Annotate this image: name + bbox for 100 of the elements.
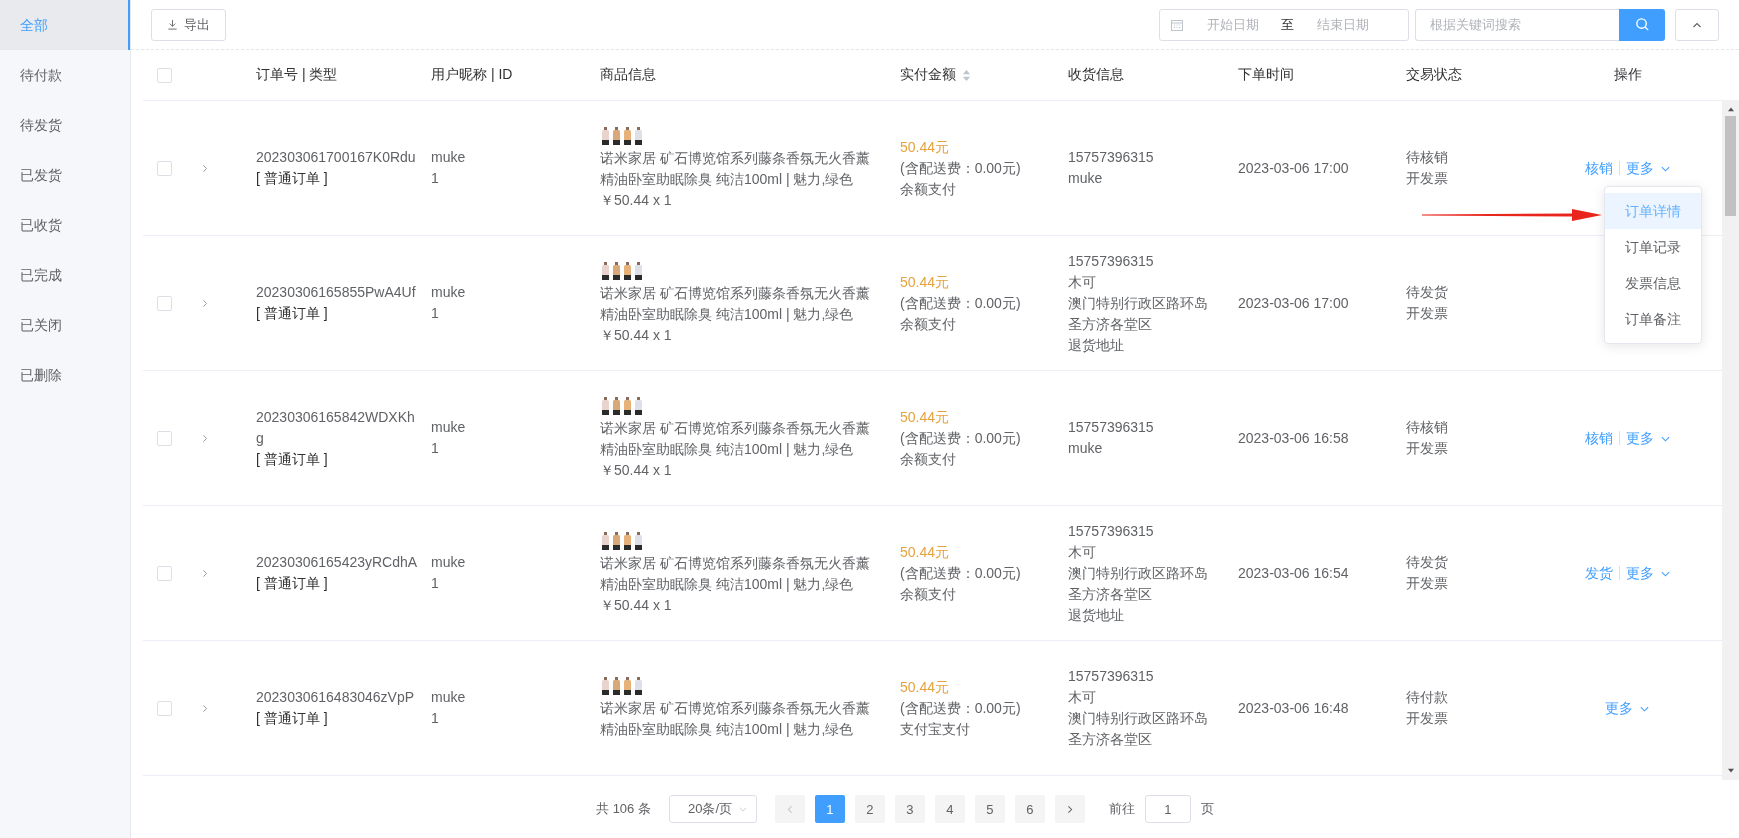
download-icon bbox=[167, 19, 178, 30]
select-all-checkbox[interactable] bbox=[157, 67, 172, 83]
chevron-right-icon bbox=[1065, 803, 1074, 815]
order-status: 开发票 bbox=[1406, 304, 1449, 323]
user-nickname: muke bbox=[431, 418, 467, 437]
expand-chevron-icon[interactable] bbox=[201, 297, 209, 309]
sidebar-item[interactable]: 已删除 bbox=[0, 350, 130, 400]
user-id: 1 bbox=[431, 574, 440, 593]
chevron-left-icon bbox=[785, 803, 794, 815]
sidebar-item[interactable]: 已关闭 bbox=[0, 300, 130, 350]
order-number: 20230306165423yRCdhA bbox=[256, 553, 419, 572]
expand-chevron-icon[interactable] bbox=[201, 162, 209, 174]
order-status: 开发票 bbox=[1406, 574, 1449, 593]
goto-label: 前往 bbox=[1108, 800, 1135, 818]
sidebar-item[interactable]: 待付款 bbox=[0, 50, 130, 100]
expand-chevron-icon[interactable] bbox=[201, 702, 209, 714]
paid-amount: 50.44元 bbox=[900, 272, 951, 292]
paid-amount: 50.44元 bbox=[900, 677, 951, 697]
product-thumbnail-drawing bbox=[600, 395, 644, 416]
expand-chevron-icon[interactable] bbox=[201, 567, 209, 579]
product-thumbnail-drawing bbox=[600, 530, 644, 551]
dropdown-menu-item[interactable]: 订单记录 bbox=[1605, 229, 1701, 265]
shipping-info-line: 澳门特别行政区路环岛 bbox=[1068, 293, 1209, 313]
page-button[interactable]: 2 bbox=[854, 795, 885, 823]
goto-page-field[interactable]: 1 bbox=[1144, 795, 1191, 823]
page-button[interactable]: 5 bbox=[974, 795, 1005, 823]
scroll-down-icon[interactable] bbox=[1726, 768, 1735, 774]
user-id: 1 bbox=[431, 709, 440, 728]
sidebar-item[interactable]: 已收货 bbox=[0, 200, 130, 250]
order-time: 2023-03-06 16:58 bbox=[1238, 428, 1350, 448]
scrollbar-thumb[interactable] bbox=[1725, 116, 1736, 216]
search-field[interactable]: 根据关键词搜索 bbox=[1415, 8, 1619, 41]
order-type: [ 普通订单 ] bbox=[256, 709, 329, 728]
row-checkbox[interactable] bbox=[157, 295, 172, 311]
order-status: 待核销 bbox=[1406, 418, 1449, 437]
dropdown-menu-item[interactable]: 发票信息 bbox=[1605, 265, 1701, 301]
page-size-select[interactable]: 20条/页 bbox=[668, 795, 757, 823]
paid-amount: 50.44元 bbox=[900, 407, 951, 427]
sidebar-item[interactable]: 待发货 bbox=[0, 100, 130, 150]
date-separator: 至 bbox=[1281, 15, 1294, 34]
order-time: 2023-03-06 17:00 bbox=[1238, 293, 1350, 313]
order-status: 待付款 bbox=[1406, 688, 1449, 707]
delivery-fee: (含配送费：0.00元) bbox=[900, 698, 1022, 718]
search-button[interactable] bbox=[1619, 8, 1665, 41]
sidebar-item[interactable]: 已完成 bbox=[0, 250, 130, 300]
payment-method: 余额支付 bbox=[900, 179, 957, 199]
row-checkbox[interactable] bbox=[157, 565, 172, 581]
sidebar-item[interactable]: 已发货 bbox=[0, 150, 130, 200]
product-thumbnail-drawing bbox=[600, 125, 644, 146]
shipping-info-line: 退货地址 bbox=[1068, 335, 1125, 355]
dropdown-menu-item[interactable]: 订单备注 bbox=[1605, 301, 1701, 337]
shipping-info-line: 木可 bbox=[1068, 688, 1097, 707]
page-button[interactable]: 6 bbox=[1014, 795, 1045, 823]
row-checkbox[interactable] bbox=[157, 430, 172, 446]
page-button[interactable]: 4 bbox=[934, 795, 965, 823]
scrollbar[interactable] bbox=[1722, 100, 1739, 780]
expand-chevron-icon[interactable] bbox=[201, 432, 209, 444]
shipping-info-line: 木可 bbox=[1068, 272, 1097, 292]
goto-suffix: 页 bbox=[1200, 800, 1214, 818]
collapse-button[interactable] bbox=[1675, 8, 1719, 41]
product-price: ￥50.44 x 1 bbox=[600, 460, 673, 480]
scroll-up-icon[interactable] bbox=[1726, 106, 1735, 112]
product-price: ￥50.44 x 1 bbox=[600, 190, 673, 210]
column-header: 实付金额 bbox=[900, 66, 956, 84]
row-checkbox[interactable] bbox=[157, 160, 172, 176]
order-number: 202303061700167K0Rdu bbox=[256, 148, 417, 167]
shipping-info-line: 15757396315 bbox=[1068, 521, 1155, 541]
order-time: 2023-03-06 16:48 bbox=[1238, 698, 1350, 718]
payment-method: 余额支付 bbox=[900, 584, 957, 604]
column-header: 商品信息 bbox=[600, 66, 656, 84]
order-type: [ 普通订单 ] bbox=[256, 449, 329, 469]
paid-amount: 50.44元 bbox=[900, 542, 951, 562]
shipping-info-line: muke bbox=[1068, 439, 1104, 458]
shipping-info-line: muke bbox=[1068, 169, 1104, 188]
order-type: [ 普通订单 ] bbox=[256, 304, 329, 323]
page-button[interactable]: 3 bbox=[894, 795, 925, 823]
next-page-button[interactable] bbox=[1054, 795, 1085, 823]
shipping-info-line: 圣方济各堂区 bbox=[1068, 730, 1153, 749]
order-status: 开发票 bbox=[1406, 169, 1449, 188]
shipping-info-line: 圣方济各堂区 bbox=[1068, 584, 1153, 604]
export-button[interactable]: 导出 bbox=[151, 8, 226, 41]
payment-method: 余额支付 bbox=[900, 449, 957, 469]
row-checkbox[interactable] bbox=[157, 700, 172, 716]
delivery-fee: (含配送费：0.00元) bbox=[900, 293, 1022, 313]
shipping-info-line: 圣方济各堂区 bbox=[1068, 314, 1153, 334]
date-range-field[interactable]: 开始日期 至 结束日期 bbox=[1159, 8, 1409, 41]
user-id: 1 bbox=[431, 439, 440, 458]
user-nickname: muke bbox=[431, 283, 467, 302]
product-price: ￥50.44 x 1 bbox=[600, 325, 673, 345]
payment-method: 余额支付 bbox=[900, 314, 957, 334]
previous-page-button[interactable] bbox=[774, 795, 805, 823]
sort-icon[interactable] bbox=[962, 68, 971, 82]
order-status: 待核销 bbox=[1406, 148, 1449, 167]
user-nickname: muke bbox=[431, 553, 467, 572]
order-type: [ 普通订单 ] bbox=[256, 574, 329, 593]
delivery-fee: (含配送费：0.00元) bbox=[900, 428, 1022, 448]
search-icon bbox=[1634, 17, 1650, 32]
column-header: 收货信息 bbox=[1068, 66, 1124, 84]
product-thumbnail-drawing bbox=[600, 676, 644, 696]
shipping-info-line: 退货地址 bbox=[1068, 605, 1125, 625]
